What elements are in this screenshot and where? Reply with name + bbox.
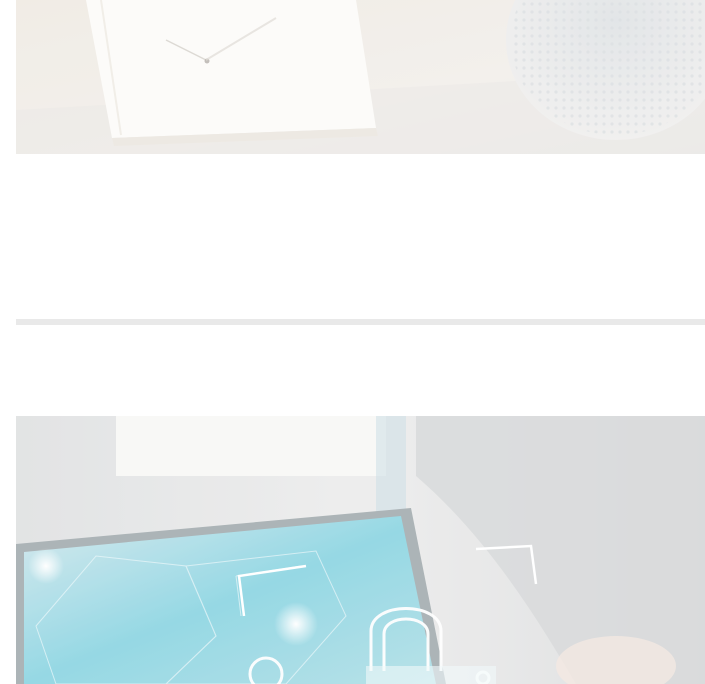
article-image-laptop-security[interactable]	[16, 416, 705, 684]
article-image-notebook[interactable]	[16, 0, 705, 154]
section-divider	[16, 319, 705, 325]
article-feed	[0, 0, 705, 684]
